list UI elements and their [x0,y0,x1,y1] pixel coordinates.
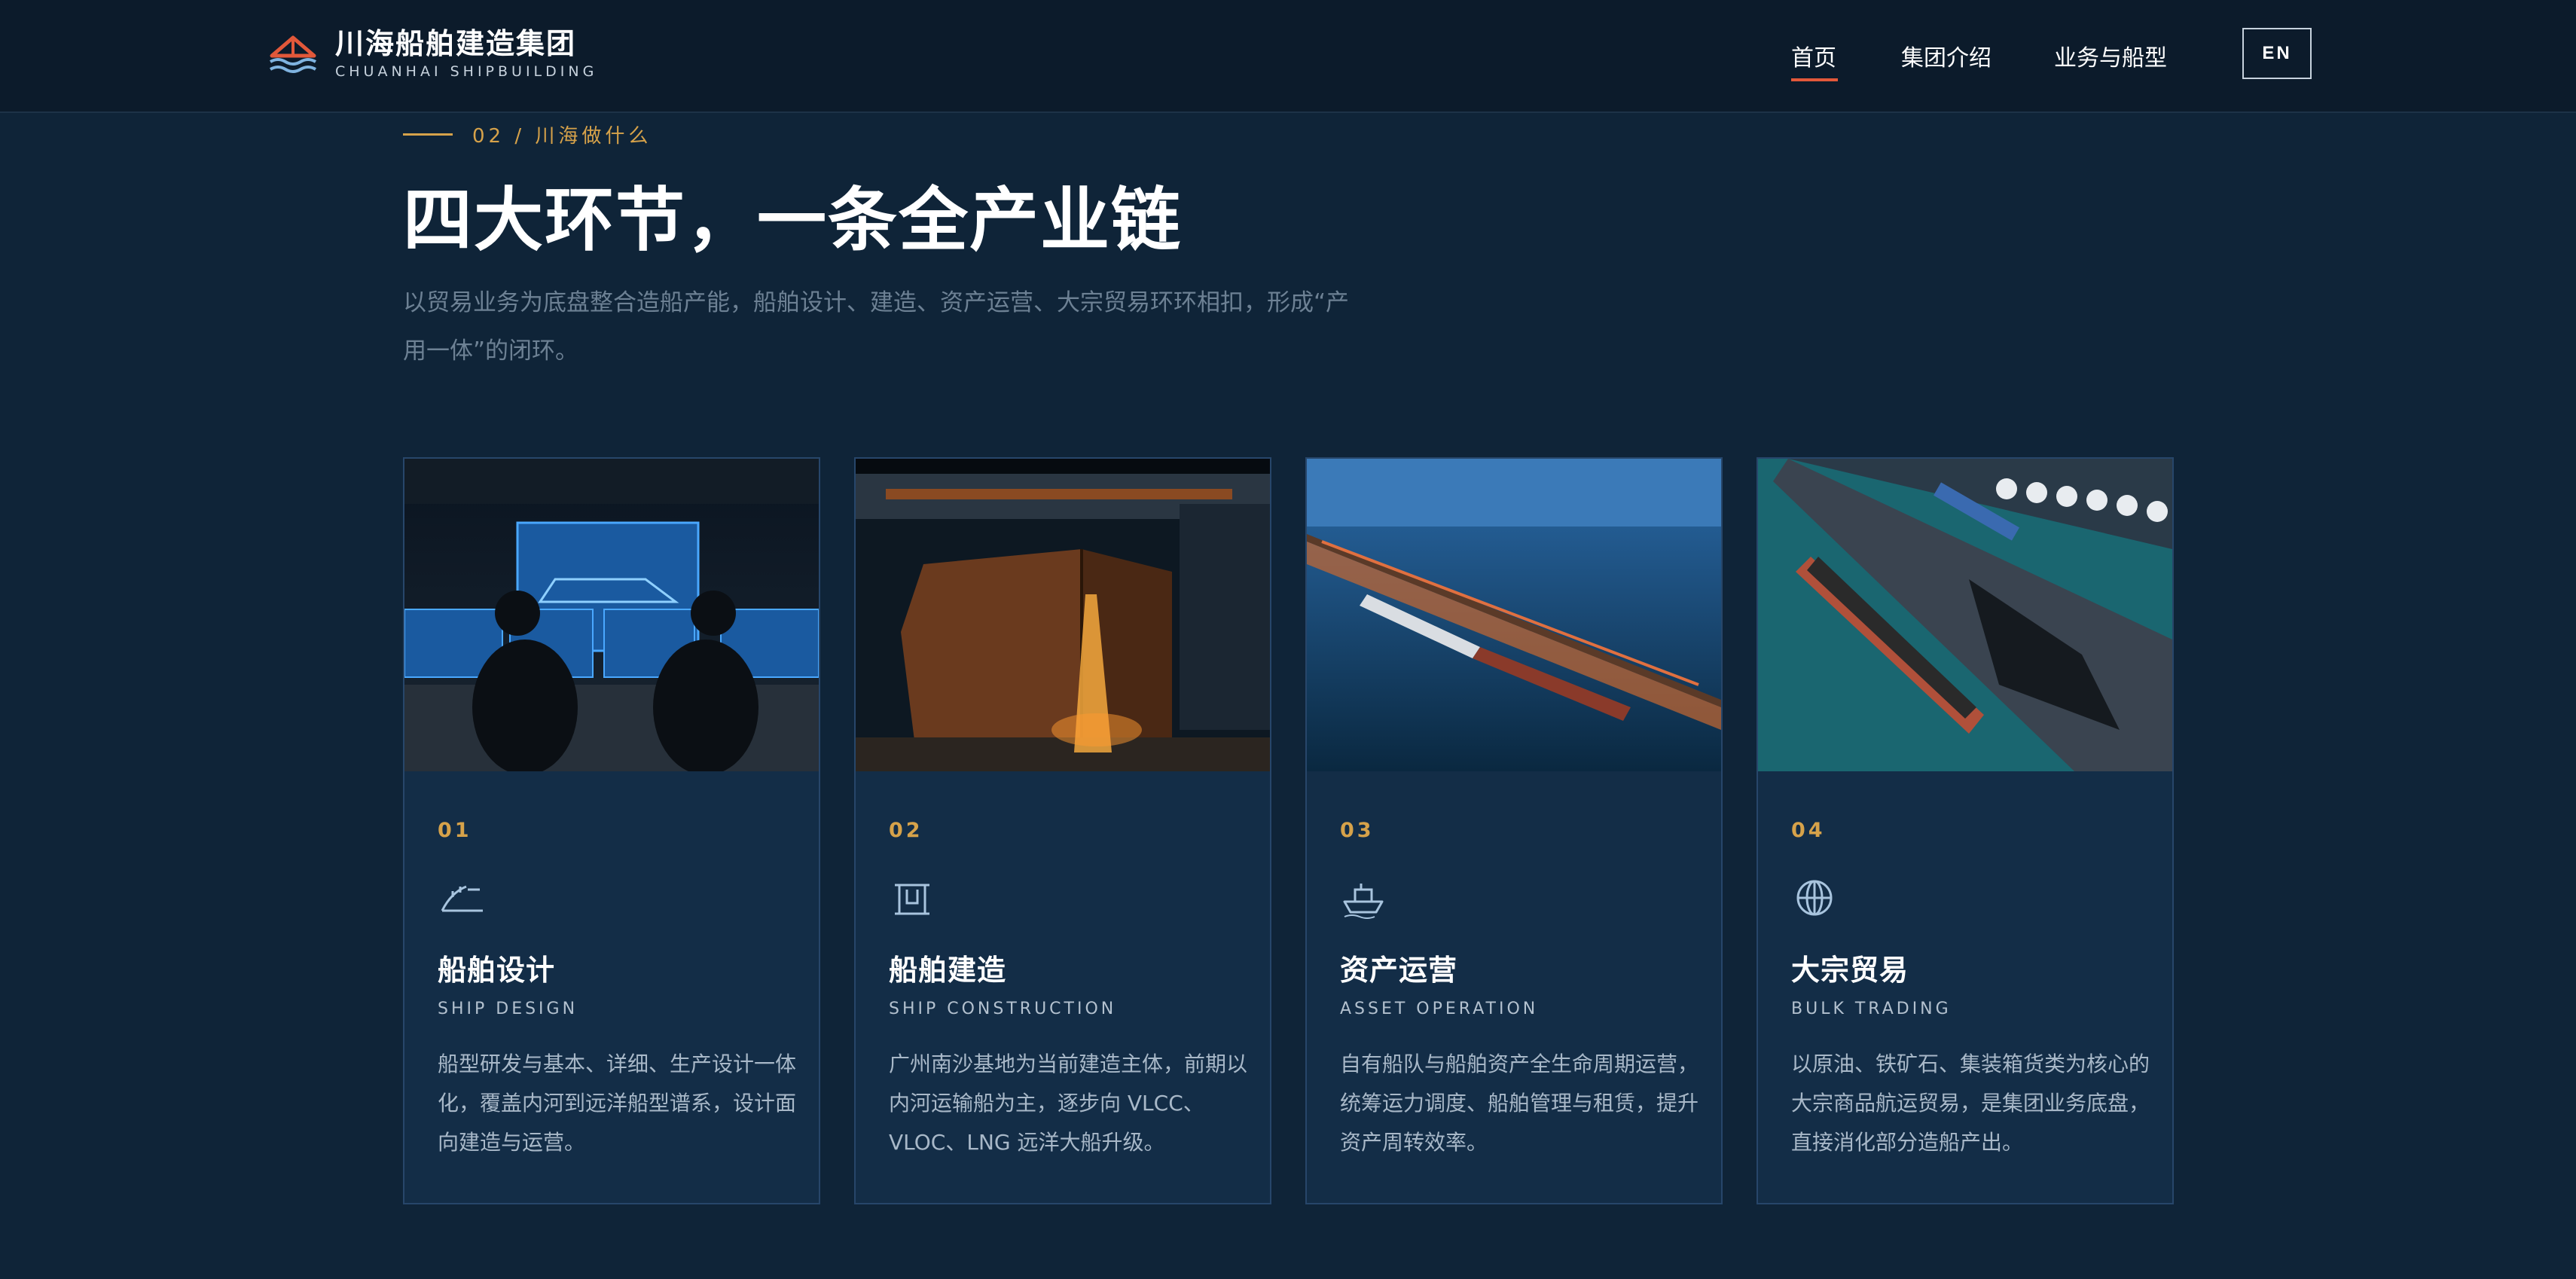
business-card-ship-construction[interactable]: 02 船舶建造 SHIP CONSTRUCTION 广州南沙基地为当前建造主体，… [854,457,1271,1204]
eyebrow-label: 02 / 川海做什么 [472,125,652,148]
brand-name-cn: 川海船舶建造集团 [335,26,577,60]
business-cards: 01 船舶设计 SHIP DESIGN 船型研发与基本、详细、生产设计一体化，覆… [403,457,2174,1204]
business-card-ship-design[interactable]: 01 船舶设计 SHIP DESIGN 船型研发与基本、详细、生产设计一体化，覆… [403,457,820,1204]
brand-name-en: CHUANHAI SHIPBUILDING [335,63,598,80]
port-terminal-photo [1307,459,1721,771]
card-number: 03 [1340,819,1375,842]
card-number: 02 [889,819,923,842]
bulk-port-photo [1758,459,2172,771]
card-description: 自有船队与船舶资产全生命周期运营，统筹运力调度、船舶管理与租赁，提升资产周转效率… [1340,1052,1699,1155]
card-number: 04 [1791,819,1826,842]
card-title: 船舶设计 [438,953,556,987]
card-title: 船舶建造 [889,953,1007,987]
ship-logo-icon [269,35,317,73]
ship-design-icon [441,885,483,912]
card-title: 大宗贸易 [1791,953,1909,987]
eyebrow-divider [403,133,453,136]
card-subtitle: SHIP CONSTRUCTION [889,1000,1117,1018]
section-title: 四大环节，一条全产业链 [403,179,1183,261]
globe-icon [1796,880,1833,916]
card-description: 广州南沙基地为当前建造主体，前期以内河运输船为主，逐步向 VLCC、VLOC、L… [889,1052,1248,1155]
cargo-ship-icon [1343,884,1384,919]
card-description: 船型研发与基本、详细、生产设计一体化，覆盖内河到远洋船型谱系，设计面向建造与运营… [438,1052,797,1155]
nav-item-business[interactable]: 业务与船型 [2054,39,2167,72]
card-title: 资产运营 [1340,953,1458,987]
section-eyebrow: 02 / 川海做什么 [403,121,652,148]
card-subtitle: SHIP DESIGN [438,1000,578,1018]
language-toggle-button[interactable]: EN [2242,28,2312,79]
top-navigation-bar: 川海船舶建造集团 CHUANHAI SHIPBUILDING 首页 集团介绍 业… [0,0,2576,113]
design-control-room-photo [404,459,819,771]
card-subtitle: BULK TRADING [1791,1000,1952,1018]
section-description: 以贸易业务为底盘整合造船产能，船舶设计、建造、资产运营、大宗贸易环环相扣，形成“… [403,289,1350,365]
gantry-crane-icon [895,884,929,915]
nav-item-about[interactable]: 集团介绍 [1901,39,1992,72]
brand-logo-link[interactable]: 川海船舶建造集团 CHUANHAI SHIPBUILDING [267,27,597,81]
shipyard-construction-photo [856,459,1270,771]
nav-item-home[interactable]: 首页 [1791,39,1836,72]
card-subtitle: ASSET OPERATION [1340,1000,1539,1018]
business-card-asset-operation[interactable]: 03 资产运营 ASSET OPERATION 自有船队与船舶资产全生命周期运营… [1305,457,1723,1204]
business-card-bulk-trading[interactable]: 04 大宗贸易 BULK TRADING 以原油、铁矿石、集装箱货类为核心的大宗… [1757,457,2174,1204]
nav-active-indicator [1791,78,1838,81]
card-number: 01 [438,819,472,842]
card-description: 以原油、铁矿石、集装箱货类为核心的大宗商品航运贸易，是集团业务底盘，直接消化部分… [1791,1052,2150,1155]
